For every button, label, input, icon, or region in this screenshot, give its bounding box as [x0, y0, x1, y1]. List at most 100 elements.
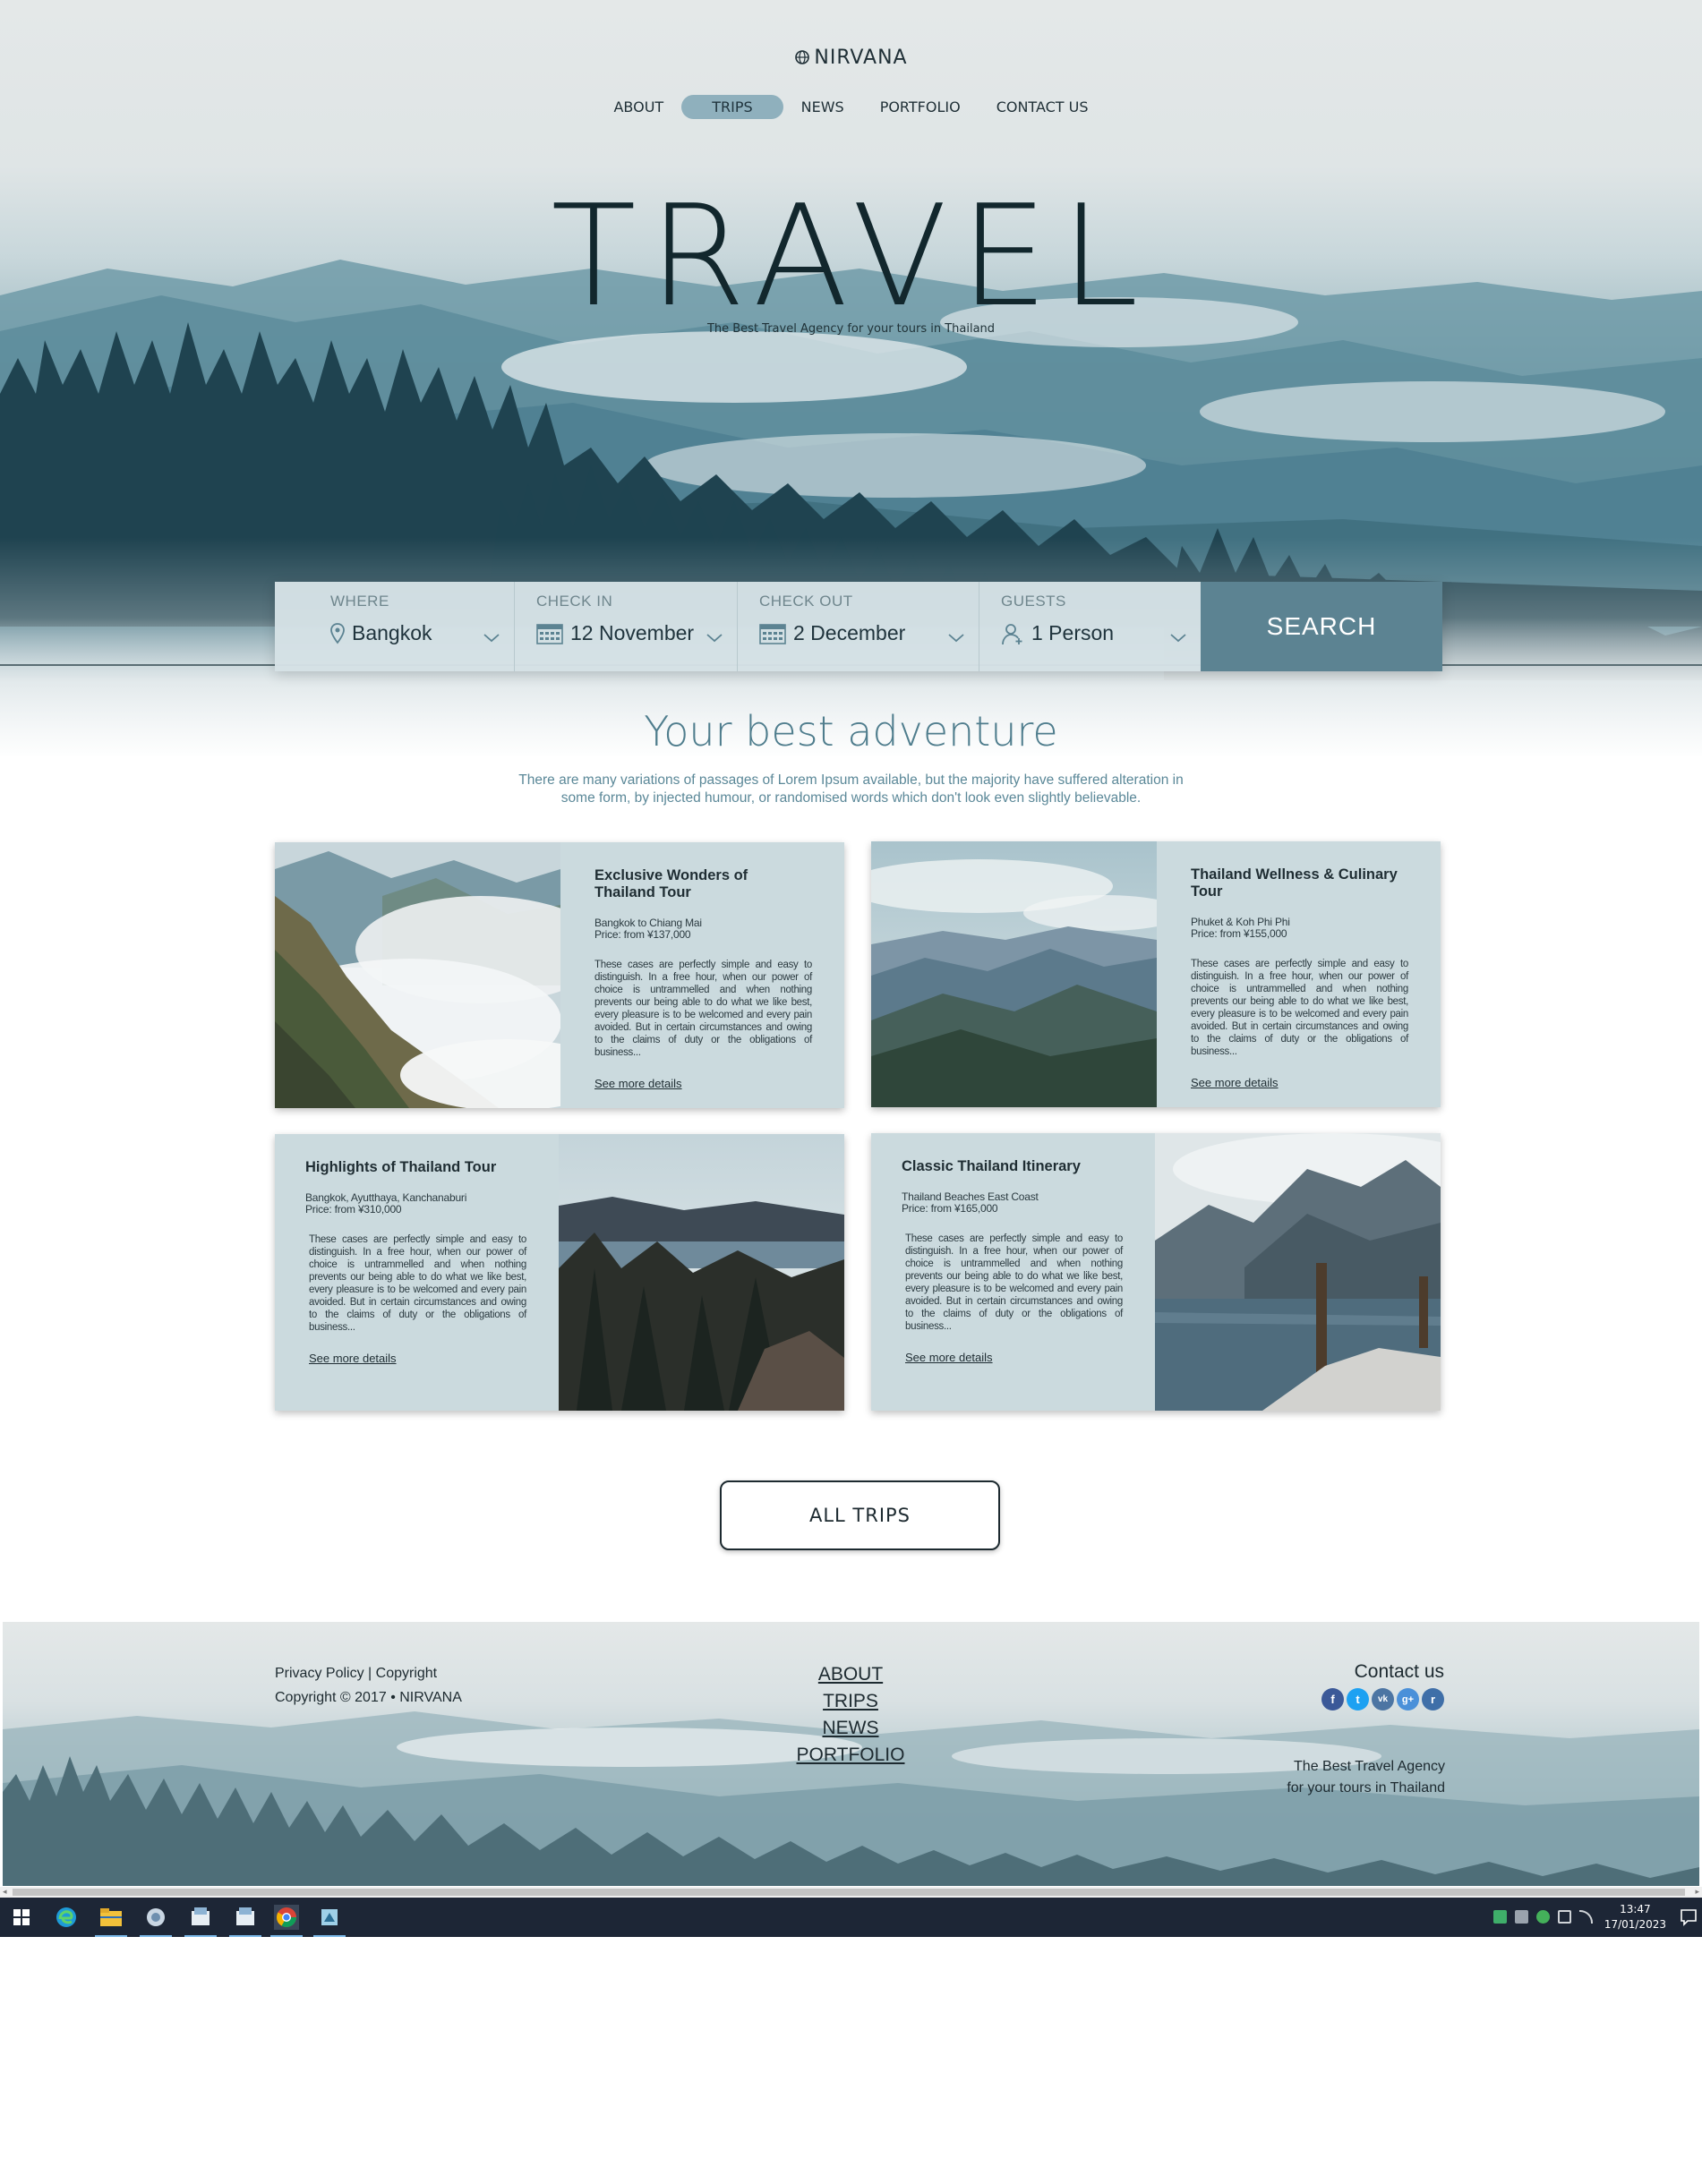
scroll-left-arrow-icon[interactable]: ◂	[3, 1888, 7, 1897]
tour-title: Classic Thailand Itinerary	[902, 1158, 1081, 1174]
see-more-details-link[interactable]: See more details	[1191, 1076, 1279, 1089]
tour-price: Price: from ¥165,000	[902, 1202, 998, 1215]
tour-price: Price: from ¥310,000	[305, 1203, 402, 1216]
volume-icon[interactable]	[1558, 1910, 1571, 1924]
tour-title: Thailand Wellness & Culinary Tour	[1191, 866, 1398, 900]
check-in-value: 12 November	[570, 621, 695, 644]
nav-item-about[interactable]: ABOUT	[595, 95, 681, 119]
rss-icon[interactable]: r	[1422, 1688, 1444, 1711]
tour-title: Highlights of Thailand Tour	[305, 1159, 497, 1175]
scrollbar-thumb[interactable]	[13, 1889, 1685, 1896]
legal-links-row: Privacy Policy | Copyright	[275, 1661, 462, 1685]
footer-nav-news[interactable]: NEWS	[761, 1715, 940, 1742]
tour-text: Highlights of Thailand Tour Bangkok, Ayu…	[275, 1134, 559, 1411]
tour-price: Price: from ¥137,000	[594, 928, 691, 941]
network-icon[interactable]	[1579, 1910, 1593, 1924]
guests-field[interactable]: GUESTS 1 Person	[979, 582, 1201, 671]
facebook-icon[interactable]: f	[1321, 1688, 1344, 1711]
app-icon[interactable]	[140, 1905, 172, 1937]
calendar-icon	[759, 623, 786, 644]
brand-name: NIRVANA	[814, 47, 908, 69]
page: NIRVANA ABOUT TRIPS NEWS PORTFOLIO CONTA…	[0, 0, 1702, 2184]
app-icon[interactable]	[229, 1905, 261, 1937]
tour-card: Exclusive Wonders of Thailand Tour Bangk…	[275, 842, 844, 1108]
check-in-label: CHECK IN	[536, 593, 613, 610]
where-value: Bangkok	[352, 621, 432, 644]
chevron-down-icon[interactable]	[948, 634, 964, 643]
tour-photo-foggy-mountain	[275, 842, 560, 1108]
tour-card: Thailand Wellness & Culinary Tour Phuket…	[871, 841, 1441, 1107]
windows-start-icon[interactable]	[9, 1905, 34, 1930]
nav-item-portfolio[interactable]: PORTFOLIO	[862, 95, 979, 119]
tour-photo-mountain-valley	[871, 841, 1157, 1107]
see-more-details-link[interactable]: See more details	[905, 1351, 993, 1364]
clock-date: 17/01/2023	[1604, 1918, 1666, 1931]
taskbar-clock[interactable]: 13:47 17/01/2023	[1604, 1902, 1666, 1932]
see-more-details-link[interactable]: See more details	[594, 1077, 682, 1090]
footer-tagline: The Best Travel Agency for your tours in…	[1287, 1756, 1445, 1799]
tray-app-icon[interactable]	[1493, 1910, 1507, 1924]
tour-description: These cases are perfectly simple and eas…	[594, 960, 812, 1058]
check-out-field[interactable]: CHECK OUT 2 December	[738, 582, 979, 671]
nav-item-news[interactable]: NEWS	[783, 95, 862, 119]
tour-description: These cases are perfectly simple and eas…	[309, 1234, 526, 1333]
site-logo[interactable]: NIRVANA	[0, 47, 1702, 69]
clock-time: 13:47	[1620, 1903, 1651, 1915]
nav-item-contact-us[interactable]: CONTACT US	[979, 95, 1107, 119]
tour-text: Classic Thailand Itinerary Thailand Beac…	[871, 1133, 1155, 1411]
section-description: There are many variations of passages of…	[518, 772, 1184, 806]
tour-text: Exclusive Wonders of Thailand Tour Bangk…	[560, 842, 844, 1108]
all-trips-button[interactable]: ALL TRIPS	[720, 1480, 1000, 1550]
check-out-value: 2 December	[793, 621, 906, 644]
tour-photo-mountain-lake-pier	[1155, 1133, 1441, 1411]
legal-separator: |	[368, 1666, 372, 1681]
tagline-line-1: The Best Travel Agency	[1294, 1759, 1445, 1774]
app-icon[interactable]	[184, 1905, 217, 1937]
horizontal-scrollbar[interactable]: ◂ ▸	[0, 1887, 1702, 1898]
tagline-line-2: for your tours in Thailand	[1287, 1780, 1445, 1796]
footer-nav-about[interactable]: ABOUT	[761, 1661, 940, 1688]
tour-card: Classic Thailand Itinerary Thailand Beac…	[871, 1133, 1441, 1411]
map-pin-icon	[330, 622, 345, 644]
contact-us-title: Contact us	[1354, 1661, 1444, 1682]
nav-item-trips[interactable]: TRIPS	[681, 95, 783, 119]
tour-description: These cases are perfectly simple and eas…	[1191, 959, 1408, 1057]
check-out-label: CHECK OUT	[759, 593, 853, 610]
globe-logo-icon	[795, 50, 810, 64]
hero-section: NIRVANA ABOUT TRIPS NEWS PORTFOLIO CONTA…	[0, 0, 1702, 756]
tour-description: These cases are perfectly simple and eas…	[905, 1233, 1123, 1332]
app-icon[interactable]	[313, 1905, 346, 1937]
tray-security-icon[interactable]	[1536, 1910, 1550, 1924]
tour-title: Exclusive Wonders of Thailand Tour	[594, 867, 748, 900]
twitter-icon[interactable]: t	[1347, 1688, 1369, 1711]
chevron-down-icon[interactable]	[1170, 634, 1186, 643]
edge-browser-icon[interactable]	[54, 1905, 79, 1930]
file-explorer-icon[interactable]	[95, 1905, 127, 1937]
hero-subtitle: The Best Travel Agency for your tours in…	[706, 322, 996, 336]
search-button[interactable]: SEARCH	[1201, 582, 1442, 671]
tour-price: Price: from ¥155,000	[1191, 927, 1287, 940]
chevron-down-icon[interactable]	[483, 634, 500, 643]
footer-nav: ABOUT TRIPS NEWS PORTFOLIO	[761, 1661, 940, 1769]
trip-search-form: WHERE Bangkok CHECK IN 12 November CHECK…	[275, 582, 1442, 671]
chrome-icon[interactable]	[270, 1905, 303, 1937]
see-more-details-link[interactable]: See more details	[309, 1352, 397, 1365]
main-nav: ABOUT TRIPS NEWS PORTFOLIO CONTACT US	[0, 95, 1702, 119]
check-in-field[interactable]: CHECK IN 12 November	[515, 582, 738, 671]
footer: Privacy Policy | Copyright Copyright © 2…	[3, 1622, 1699, 1886]
copyright-link[interactable]: Copyright	[376, 1666, 437, 1681]
tray-app-icon[interactable]	[1515, 1910, 1528, 1924]
scroll-right-arrow-icon[interactable]: ▸	[1695, 1888, 1699, 1897]
footer-nav-portfolio[interactable]: PORTFOLIO	[761, 1742, 940, 1769]
guests-label: GUESTS	[1001, 593, 1066, 610]
where-field[interactable]: WHERE Bangkok	[275, 582, 515, 671]
footer-nav-trips[interactable]: TRIPS	[761, 1688, 940, 1715]
privacy-policy-link[interactable]: Privacy Policy	[275, 1666, 364, 1681]
search-fields: WHERE Bangkok CHECK IN 12 November CHECK…	[275, 582, 1201, 671]
notification-center-icon[interactable]	[1680, 1908, 1698, 1926]
chevron-down-icon[interactable]	[706, 634, 723, 643]
google-plus-icon[interactable]: g+	[1397, 1688, 1419, 1711]
person-icon	[1002, 623, 1022, 644]
vk-icon[interactable]: vk	[1372, 1688, 1394, 1711]
section-title: Your best adventure	[644, 707, 1058, 755]
